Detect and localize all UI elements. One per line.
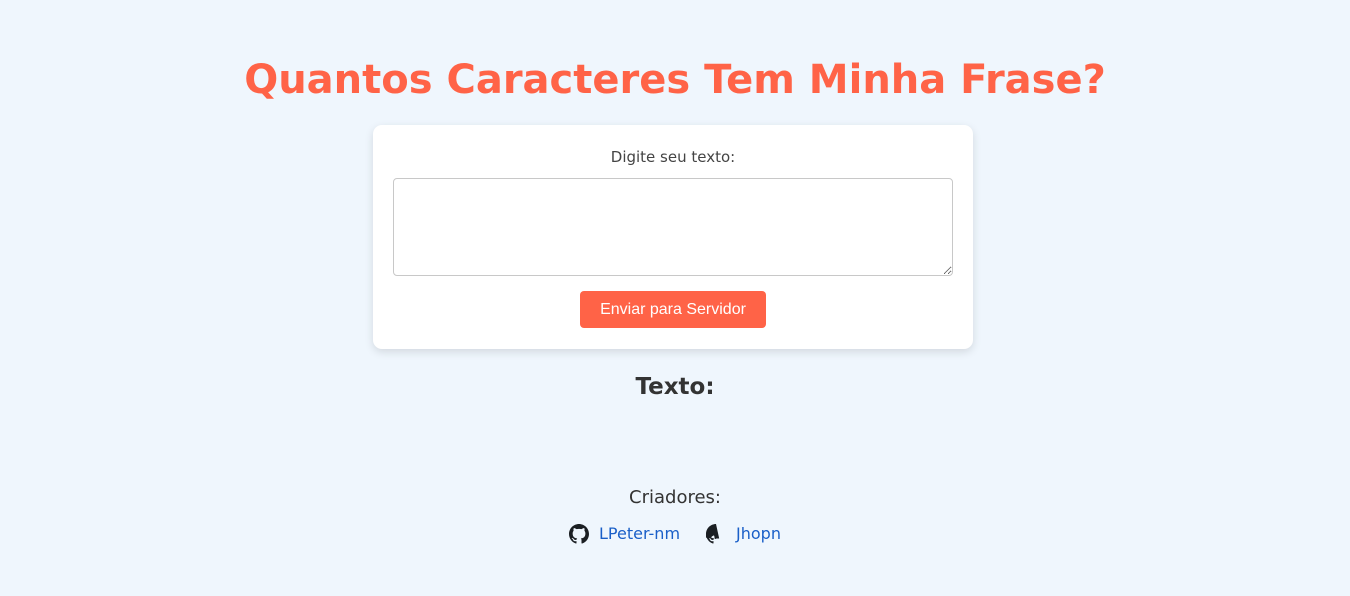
github-icon bbox=[706, 524, 726, 544]
creators-label: Criadores: bbox=[629, 487, 721, 508]
creators-links: LPeter-nm Jhopn bbox=[0, 522, 1350, 546]
send-to-server-button[interactable]: Enviar para Servidor bbox=[580, 291, 766, 328]
creator-name: LPeter-nm bbox=[599, 524, 681, 543]
page-title: Quantos Caracteres Tem Minha Frase? bbox=[244, 57, 1106, 103]
result-heading: Texto: bbox=[635, 374, 715, 400]
creator-name: Jhopn bbox=[736, 524, 781, 543]
creator-link-jhopn[interactable]: Jhopn bbox=[706, 523, 781, 545]
creator-link-lpeter-nm[interactable]: LPeter-nm bbox=[569, 523, 680, 545]
github-icon bbox=[569, 524, 590, 544]
text-input-label: Digite seu texto: bbox=[610, 148, 736, 166]
input-card: Digite seu texto: Enviar para Servidor bbox=[373, 125, 973, 349]
text-input[interactable] bbox=[393, 178, 953, 276]
